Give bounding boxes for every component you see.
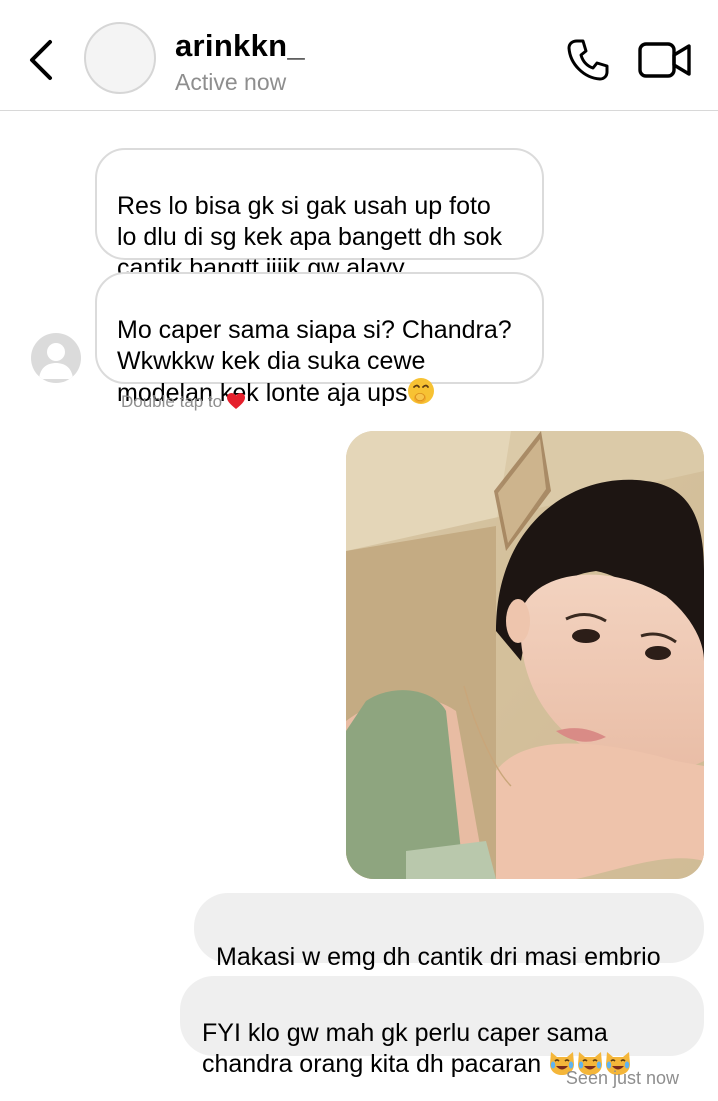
double-tap-hint: Double tap to: [121, 392, 246, 415]
incoming-message[interactable]: Mo caper sama siapa si? Chandra? Wkwkkw …: [95, 272, 544, 407]
chevron-left-icon: [30, 40, 52, 80]
seen-status: Seen just now: [565, 1068, 679, 1088]
double-tap-text: Double tap to: [121, 392, 223, 411]
back-button[interactable]: [24, 36, 64, 84]
incoming-message[interactable]: Res lo bisa gk si gak usah up foto lo dl…: [95, 148, 544, 282]
voice-call-button[interactable]: [566, 38, 610, 82]
video-call-button[interactable]: [638, 40, 692, 80]
contact-username[interactable]: arinkkn_: [175, 28, 305, 64]
photo-message[interactable]: [346, 431, 704, 879]
chat-header: arinkkn_ Active now: [0, 0, 718, 111]
selfie-photo: [346, 431, 704, 879]
face-with-hand-over-mouth-icon: [407, 377, 435, 413]
message-text: Res lo bisa gk si gak usah up foto lo dl…: [117, 192, 502, 282]
outgoing-message[interactable]: FYI klo gw mah gk perlu caper sama chand…: [180, 976, 704, 1078]
message-text: Makasi w emg dh cantik dri masi embrio: [216, 943, 661, 971]
outgoing-message[interactable]: Makasi w emg dh cantik dri masi embrio: [194, 893, 704, 971]
default-avatar-icon: [39, 343, 73, 379]
heart-icon: [226, 392, 246, 415]
phone-icon: [567, 39, 609, 81]
message-text: FYI klo gw mah gk perlu caper sama chand…: [202, 1019, 608, 1078]
sender-avatar[interactable]: [31, 333, 81, 383]
video-camera-icon: [638, 42, 691, 78]
active-status: Active now: [175, 69, 287, 95]
contact-avatar[interactable]: [84, 22, 156, 94]
